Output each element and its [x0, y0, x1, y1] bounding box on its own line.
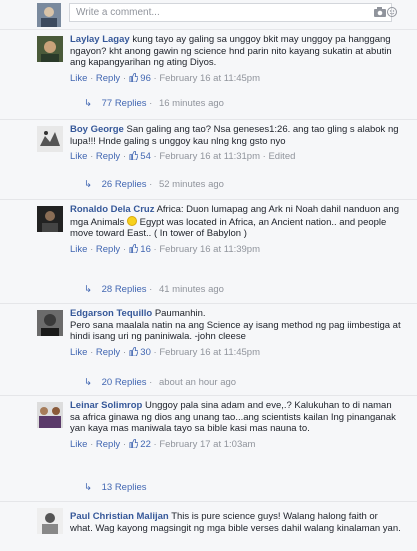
comment-item: Ronaldo Dela Cruz Africa: Duon lumapag a…	[0, 200, 417, 304]
separator-dot: ·	[90, 346, 94, 358]
commenter-avatar[interactable]	[37, 310, 63, 336]
comment-actions: Like · Reply · 16 · February 16 at 11:39…	[70, 243, 402, 256]
replies-count[interactable]: 77 Replies	[102, 98, 147, 109]
comment-timestamp[interactable]: February 16 at 11:45pm	[159, 347, 260, 358]
replies-time: 16 minutes ago	[158, 98, 224, 109]
comment-item: Leinar Solimrop Unggoy pala sina adam an…	[0, 396, 417, 502]
comment-item: Edgarson Tequillo Paumanhin. Pero sana m…	[0, 304, 417, 396]
view-replies-link[interactable]: ↳ 28 Replies · 41 minutes ago	[84, 284, 224, 295]
reply-link[interactable]: Reply	[96, 151, 120, 162]
edited-label[interactable]: Edited	[268, 151, 295, 162]
reply-arrow-icon: ↳	[84, 377, 92, 388]
like-count[interactable]: 30	[140, 347, 151, 358]
reply-arrow-icon: ↳	[84, 179, 92, 190]
view-replies-link[interactable]: ↳ 13 Replies	[84, 482, 147, 493]
comment-actions: Like · Reply · 96 · February 16 at 11:45…	[70, 72, 402, 85]
separator-dot: ·	[122, 346, 126, 358]
replies-count[interactable]: 13 Replies	[102, 482, 147, 493]
comment-actions: Like · Reply · 54 · February 16 at 11:31…	[70, 151, 402, 163]
comment-text: Paumanhin.	[154, 308, 206, 319]
current-user-avatar	[37, 3, 61, 27]
like-link[interactable]: Like	[70, 244, 87, 255]
camera-icon[interactable]	[374, 7, 386, 17]
separator-dot: ·	[90, 72, 94, 84]
separator-dot: ·	[90, 438, 94, 450]
separator-dot: ·	[122, 151, 126, 162]
reply-link[interactable]: Reply	[96, 439, 120, 450]
comment-item: Paul Christian Malijan This is pure scie…	[0, 502, 417, 551]
emoji-icon[interactable]	[387, 7, 397, 17]
like-icon	[129, 346, 138, 356]
like-link[interactable]: Like	[70, 73, 87, 84]
separator-dot: ·	[149, 377, 153, 388]
comment-item: Laylay Lagay kung tayo ay galing sa ungg…	[0, 30, 417, 120]
separator-dot: ·	[90, 243, 94, 255]
comment-timestamp[interactable]: February 17 at 1:03am	[159, 439, 255, 450]
comment-author[interactable]: Ronaldo Dela Cruz	[70, 204, 154, 215]
comment-timestamp[interactable]: February 16 at 11:31pm	[159, 151, 260, 162]
commenter-avatar[interactable]	[37, 402, 63, 428]
replies-count[interactable]: 28 Replies	[102, 284, 147, 295]
comment-actions: Like · Reply · 22 · February 17 at 1:03a…	[70, 438, 402, 451]
comment-author[interactable]: Laylay Lagay	[70, 34, 130, 45]
like-count[interactable]: 16	[140, 244, 151, 255]
commenter-avatar[interactable]	[37, 126, 63, 152]
separator-dot: ·	[149, 284, 153, 295]
like-count[interactable]: 22	[140, 439, 151, 450]
smiley-emoji	[127, 215, 138, 226]
comment-timestamp[interactable]: February 16 at 11:45pm	[159, 73, 260, 84]
separator-dot: ·	[149, 179, 153, 190]
like-count[interactable]: 54	[140, 151, 151, 162]
like-icon	[129, 72, 138, 82]
comment-text-continued: Pero sana maalala natin na ang Science a…	[70, 319, 401, 343]
commenter-avatar[interactable]	[37, 508, 63, 534]
like-link[interactable]: Like	[70, 347, 87, 358]
comment-composer: Write a comment...	[0, 0, 417, 30]
separator-dot: ·	[262, 151, 266, 162]
comment-author[interactable]: Boy George	[70, 124, 124, 135]
comment-actions: Like · Reply · 30 · February 16 at 11:45…	[70, 346, 402, 359]
replies-time: about an hour ago	[158, 377, 237, 388]
separator-dot: ·	[153, 151, 157, 162]
replies-time: 41 minutes ago	[158, 284, 224, 295]
comment-item: Boy George San galing ang tao? Nsa genes…	[0, 120, 417, 200]
like-count[interactable]: 96	[140, 73, 151, 84]
separator-dot: ·	[153, 243, 157, 255]
separator-dot: ·	[122, 72, 126, 84]
like-icon	[129, 243, 138, 253]
comment-author[interactable]: Paul Christian Malijan	[70, 511, 169, 522]
separator-dot: ·	[153, 346, 157, 358]
reply-link[interactable]: Reply	[96, 244, 120, 255]
like-icon	[129, 438, 138, 448]
like-link[interactable]: Like	[70, 151, 87, 162]
comment-input[interactable]: Write a comment...	[69, 3, 392, 22]
separator-dot: ·	[122, 243, 126, 255]
separator-dot: ·	[90, 151, 94, 162]
comment-author[interactable]: Edgarson Tequillo	[70, 308, 152, 319]
replies-time: 52 minutes ago	[158, 179, 224, 190]
reply-link[interactable]: Reply	[96, 73, 120, 84]
like-link[interactable]: Like	[70, 439, 87, 450]
commenter-avatar[interactable]	[37, 206, 63, 232]
view-replies-link[interactable]: ↳ 26 Replies · 52 minutes ago	[84, 179, 224, 190]
reply-arrow-icon: ↳	[84, 284, 92, 295]
replies-count[interactable]: 20 Replies	[102, 377, 147, 388]
separator-dot: ·	[153, 72, 157, 84]
reply-arrow-icon: ↳	[84, 482, 92, 493]
replies-count[interactable]: 26 Replies	[102, 179, 147, 190]
separator-dot: ·	[122, 438, 126, 450]
view-replies-link[interactable]: ↳ 20 Replies · about an hour ago	[84, 377, 236, 388]
view-replies-link[interactable]: ↳ 77 Replies · 16 minutes ago	[84, 98, 224, 109]
reply-arrow-icon: ↳	[84, 98, 92, 109]
comment-author[interactable]: Leinar Solimrop	[70, 400, 142, 411]
comment-timestamp[interactable]: February 16 at 11:39pm	[159, 244, 260, 255]
separator-dot: ·	[153, 438, 157, 450]
commenter-avatar[interactable]	[37, 36, 63, 62]
reply-link[interactable]: Reply	[96, 347, 120, 358]
like-icon	[129, 151, 138, 160]
separator-dot: ·	[149, 98, 153, 109]
